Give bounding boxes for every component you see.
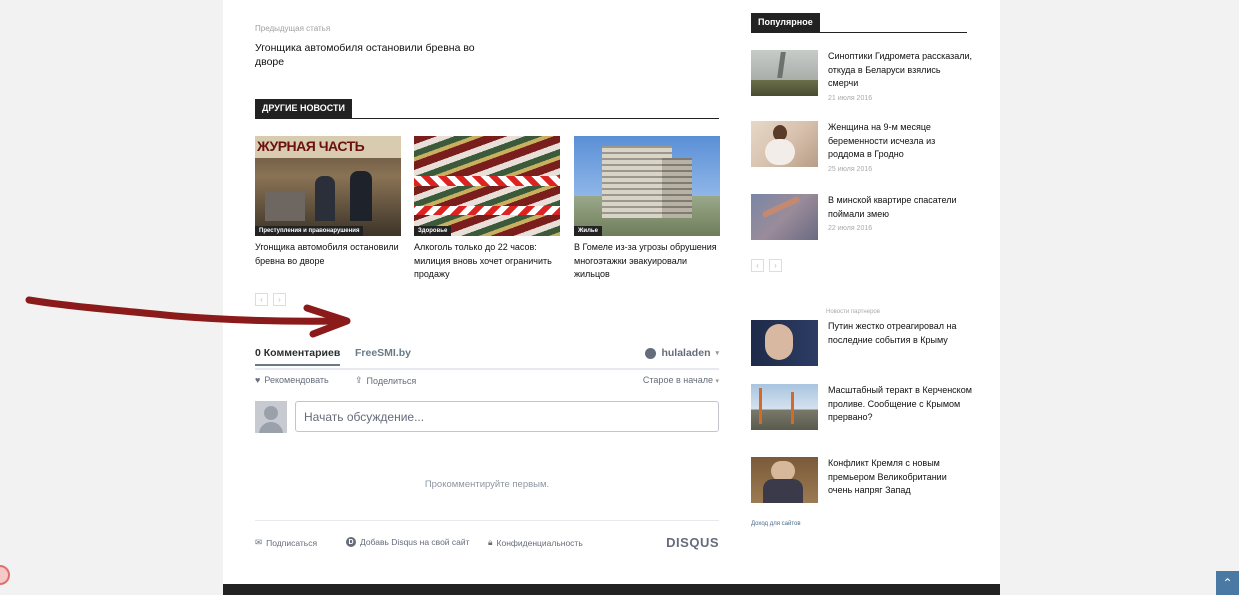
scroll-to-top-button[interactable]: ⌃ — [1216, 571, 1239, 595]
popular-header: Популярное — [751, 13, 967, 33]
partner-title-link[interactable]: Путин жестко отреагировал на последние с… — [828, 320, 973, 347]
site-footer — [223, 584, 1000, 595]
popular-pager: ‹ › — [751, 259, 782, 272]
add-disqus-link[interactable]: D Добавь Disqus на свой сайт — [346, 537, 470, 547]
share-button[interactable]: ⇪ Поделиться — [355, 375, 416, 386]
empty-comments-message: Прокомментируйте первым. — [424, 479, 550, 490]
disqus-divider — [255, 520, 719, 521]
thumbnail-sign-text: ЖУРНАЯ ЧАСТЬ — [257, 138, 365, 154]
news-card[interactable]: ЖУРНАЯ ЧАСТЬ Преступления и правонарушен… — [255, 136, 401, 268]
mail-icon: ✉ — [255, 537, 263, 547]
comments-count-tab[interactable]: 0 Комментариев — [255, 347, 341, 366]
news-thumbnail[interactable]: Здоровье — [414, 136, 560, 236]
partner-thumbnail[interactable] — [751, 320, 818, 366]
popular-date: 25 июля 2016 — [828, 165, 873, 173]
chevron-up-icon: ⌃ — [1222, 576, 1233, 590]
privacy-link[interactable]: 🔒︎ Конфиденциальность — [488, 537, 583, 548]
other-news-header: ДРУГИЕ НОВОСТИ — [255, 99, 719, 119]
other-news-title: ДРУГИЕ НОВОСТИ — [255, 99, 352, 118]
user-menu[interactable]: hulaladen ▾ — [645, 347, 719, 359]
popular-title-link[interactable]: Женщина на 9-м месяце беременности исчез… — [828, 121, 973, 162]
popular-title-link[interactable]: Синоптики Гидромета рассказали, откуда в… — [828, 50, 973, 91]
annotation-arrow-icon — [25, 296, 351, 338]
chat-bubble-icon — [645, 347, 657, 359]
subscribe-label: Подписаться — [266, 537, 318, 548]
chevron-down-icon: ▾ — [715, 350, 719, 357]
sort-dropdown[interactable]: Старое в начале ▾ — [643, 375, 719, 385]
popular-thumbnail[interactable] — [751, 121, 818, 167]
partner-news-label: Новости партнеров — [826, 309, 880, 315]
popular-thumbnail[interactable] — [751, 50, 818, 96]
popular-title-link[interactable]: В минской квартире спасатели поймали зме… — [828, 194, 973, 221]
news-thumbnail[interactable]: ЖУРНАЯ ЧАСТЬ Преступления и правонарушен… — [255, 136, 401, 236]
heart-icon: ♥ — [255, 375, 261, 385]
disqus-d-icon: D — [346, 537, 356, 547]
previous-article[interactable]: Предыдущая статья Угонщика автомобиля ос… — [255, 24, 495, 69]
previous-article-label: Предыдущая статья — [255, 24, 331, 33]
partner-thumbnail[interactable] — [751, 457, 818, 503]
news-card[interactable]: Здоровье Алкоголь только до 22 часов: ми… — [414, 136, 560, 282]
partner-thumbnail[interactable] — [751, 384, 818, 430]
news-title[interactable]: Алкоголь только до 22 часов: милиция вно… — [414, 241, 560, 282]
partner-title-link[interactable]: Конфликт Кремля с новым премьером Велико… — [828, 457, 973, 498]
disqus-tabs: 0 Комментариев FreeSMI.by hulaladen ▾ — [255, 343, 719, 370]
partner-title-link[interactable]: Масштабный теракт в Керченском проливе. … — [828, 384, 973, 425]
floating-badge-icon[interactable] — [0, 565, 10, 585]
news-thumbnail[interactable]: Жилье — [574, 136, 720, 236]
news-category-tag[interactable]: Здоровье — [414, 226, 452, 236]
popular-date: 21 июля 2016 — [828, 94, 873, 102]
popular-thumbnail[interactable] — [751, 194, 818, 240]
income-link[interactable]: Доход для сайтов — [751, 521, 801, 527]
popular-date: 22 июля 2016 — [828, 225, 873, 232]
add-disqus-label: Добавь Disqus на свой сайт — [360, 537, 470, 547]
username[interactable]: hulaladen — [661, 347, 710, 359]
chevron-down-icon: ▾ — [715, 378, 719, 385]
lock-icon: 🔒︎ — [488, 537, 493, 547]
news-title[interactable]: В Гомеле из-за угрозы обрушения многоэта… — [574, 241, 720, 282]
news-category-tag[interactable]: Преступления и правонарушения — [255, 226, 364, 236]
previous-article-title[interactable]: Угонщика автомобиля остановили бревна во… — [255, 41, 495, 69]
comment-input[interactable]: Начать обсуждение... — [295, 401, 719, 432]
popular-title: Популярное — [751, 13, 820, 32]
news-title[interactable]: Угонщика автомобиля остановили бревна во… — [255, 241, 401, 268]
share-label: Поделиться — [366, 375, 417, 386]
avatar — [255, 401, 287, 433]
pager-prev-button[interactable]: ‹ — [751, 259, 764, 272]
disqus-logo[interactable]: DISQUS — [666, 535, 719, 550]
share-icon: ⇪ — [355, 375, 363, 385]
recommend-label: Рекомендовать — [264, 375, 329, 385]
recommend-button[interactable]: ♥ Рекомендовать — [255, 375, 329, 385]
pager-next-button[interactable]: › — [769, 259, 782, 272]
sort-label: Старое в начале — [642, 375, 713, 385]
site-tab[interactable]: FreeSMI.by — [355, 347, 411, 359]
news-category-tag[interactable]: Жилье — [574, 226, 602, 236]
news-card[interactable]: Жилье В Гомеле из-за угрозы обрушения мн… — [574, 136, 720, 282]
subscribe-link[interactable]: ✉ Подписаться — [255, 537, 317, 548]
privacy-label: Конфиденциальность — [496, 537, 583, 548]
